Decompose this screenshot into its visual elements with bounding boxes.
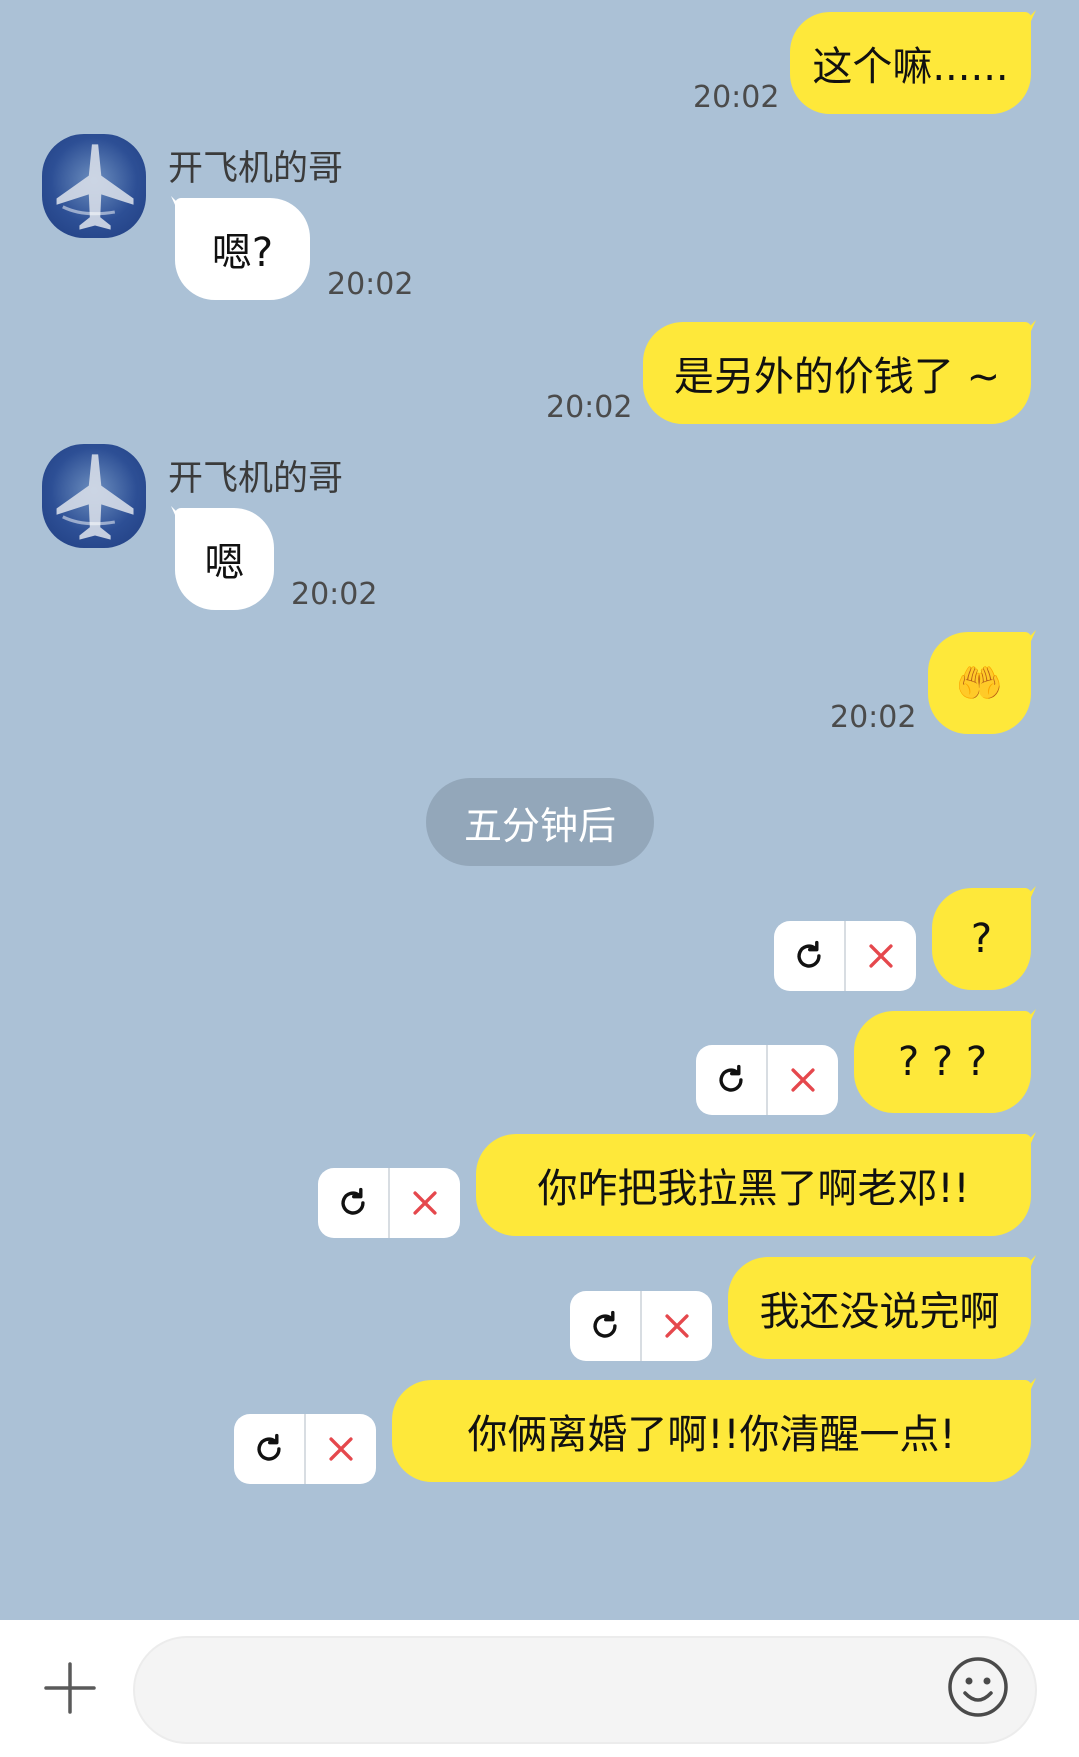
delete-button[interactable] [390,1168,460,1238]
message-text: 嗯 [204,540,245,586]
failed-message-bubble[interactable]: 我还没说完啊 [728,1257,1031,1359]
refresh-icon [797,940,821,968]
message-input[interactable] [133,1636,1037,1744]
message-text: 嗯? [211,230,274,276]
failed-message-actions [774,921,916,991]
refresh-icon [257,1433,281,1461]
outgoing-message-bubble[interactable]: 是另外的价钱了 ~ [643,322,1031,424]
close-icon [665,1314,689,1338]
sender-name: 开飞机的哥 [168,149,344,189]
failed-message-actions [570,1291,712,1361]
close-icon [869,944,893,968]
contact-avatar[interactable] [42,134,146,238]
message-text: ? [970,916,993,962]
time-divider: 五分钟后 [426,778,654,866]
incoming-message-bubble[interactable]: 嗯 [175,508,274,610]
plus-icon [44,1662,96,1714]
fighter-jet-avatar-image [56,144,134,230]
message-text: 你咋把我拉黑了啊老邓!! [537,1166,970,1212]
incoming-message-bubble[interactable]: 嗯? [175,198,310,300]
close-icon [329,1437,353,1461]
message-time: 20:02 [546,390,633,425]
outgoing-message-bubble[interactable]: 这个嘛...... [790,12,1031,114]
failed-message-actions [696,1045,838,1115]
message-text: 这个嘛...... [812,44,1009,90]
message-text: ? ? ? [897,1039,988,1085]
emoji-button[interactable] [946,1655,1010,1719]
outgoing-message-bubble[interactable]: 🤲 [928,632,1031,734]
message-text: 我还没说完啊 [759,1289,1000,1335]
message-time: 20:02 [291,577,378,612]
failed-message-bubble[interactable]: ? ? ? [854,1011,1031,1113]
attach-button[interactable] [40,1658,100,1718]
failed-message-bubble[interactable]: 你俩离婚了啊!!你清醒一点! [392,1380,1031,1482]
resend-button[interactable] [570,1291,642,1361]
close-icon [791,1068,815,1092]
message-text: 你俩离婚了啊!!你清醒一点! [467,1412,956,1458]
failed-message-actions [318,1168,460,1238]
smiley-icon [948,1657,1008,1717]
resend-button[interactable] [234,1414,306,1484]
failed-message-bubble[interactable]: 你咋把我拉黑了啊老邓!! [476,1134,1031,1236]
delete-button[interactable] [642,1291,712,1361]
refresh-icon [593,1310,617,1338]
close-icon [413,1191,437,1215]
message-time: 20:02 [830,700,917,735]
resend-button[interactable] [774,921,846,991]
refresh-icon [719,1064,743,1092]
resend-button[interactable] [318,1168,390,1238]
failed-message-bubble[interactable]: ? [932,888,1031,990]
contact-avatar[interactable] [42,444,146,548]
sender-name: 开飞机的哥 [168,459,344,499]
refresh-icon [341,1187,365,1215]
failed-message-actions [234,1414,376,1484]
delete-button[interactable] [306,1414,376,1484]
fighter-jet-avatar-image [56,454,134,540]
palms-up-emoji-icon: 🤲 [955,660,1004,705]
delete-button[interactable] [846,921,916,991]
message-time: 20:02 [693,80,780,115]
message-text: 是另外的价钱了 ~ [673,354,1001,400]
message-time: 20:02 [327,267,414,302]
resend-button[interactable] [696,1045,768,1115]
delete-button[interactable] [768,1045,838,1115]
